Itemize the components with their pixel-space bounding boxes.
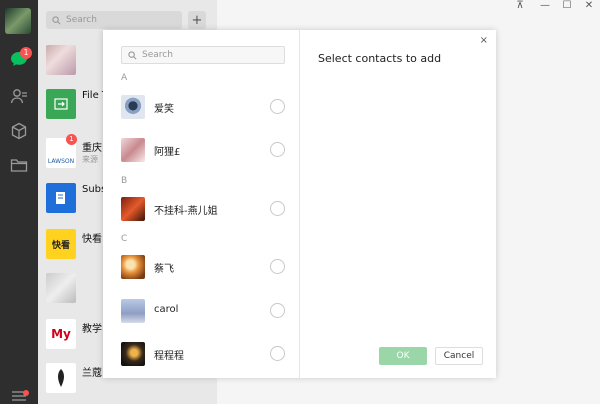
contact-select-radio[interactable] <box>270 303 285 318</box>
contact-search-placeholder: Search <box>142 50 173 60</box>
chat-unread-badge: 1 <box>66 134 77 145</box>
chat-avatar <box>46 45 76 75</box>
section-letter: B <box>121 176 128 186</box>
add-chat-button[interactable]: + <box>188 11 206 29</box>
contact-name: 阿狸£ <box>154 147 181 158</box>
contact-select-radio[interactable] <box>270 142 285 157</box>
subscription-icon <box>46 183 76 213</box>
contact-row[interactable]: 蔡飞 <box>103 247 299 287</box>
kuaikan-logo-icon: 快看 <box>46 229 76 259</box>
chatlist-search-placeholder: Search <box>66 15 97 25</box>
contact-avatar <box>121 138 145 162</box>
unread-badge: 1 <box>20 47 32 59</box>
file-transfer-icon <box>46 89 76 119</box>
pin-button[interactable]: ⊼ <box>510 0 530 14</box>
select-contacts-dialog: Search A 爱笑 阿狸£ B 不挂科-燕儿姐 C 蔡飞 carol 程程程… <box>103 30 496 378</box>
dialog-title: Select contacts to add <box>318 52 442 65</box>
chat-avatar <box>46 273 76 303</box>
chatlist-search-input[interactable]: Search <box>46 11 182 29</box>
cancel-button[interactable]: Cancel <box>435 347 483 365</box>
contact-avatar <box>121 342 145 366</box>
contact-name: 爱笑 <box>154 104 174 115</box>
contact-select-radio[interactable] <box>270 99 285 114</box>
contact-avatar <box>121 95 145 119</box>
chat-name: 重庆 <box>82 143 102 154</box>
dialog-close-button[interactable]: × <box>480 35 488 46</box>
contact-name: carol <box>154 304 179 315</box>
contact-select-radio[interactable] <box>270 201 285 216</box>
contact-select-radio[interactable] <box>270 346 285 361</box>
teaching-logo-icon: My <box>46 319 76 349</box>
contacts-icon[interactable] <box>9 86 29 106</box>
chat-name: 快看 <box>82 234 102 245</box>
user-avatar[interactable] <box>5 8 31 34</box>
contact-avatar <box>121 299 145 323</box>
maximize-button[interactable]: ☐ <box>557 0 577 14</box>
contact-name: 程程程 <box>154 351 184 362</box>
contact-avatar <box>121 197 145 221</box>
section-letter: C <box>121 234 128 244</box>
favorites-cube-icon[interactable] <box>9 121 29 141</box>
contact-name: 蔡飞 <box>154 264 174 275</box>
chat-name: 教学 <box>82 324 102 335</box>
contact-select-radio[interactable] <box>270 259 285 274</box>
contact-row[interactable]: carol <box>103 291 299 331</box>
contact-row[interactable]: 程程程 <box>103 334 299 374</box>
minimize-button[interactable]: — <box>535 0 555 14</box>
section-letter: A <box>121 73 128 83</box>
menu-notification-dot <box>23 390 29 396</box>
folder-icon[interactable] <box>9 155 29 175</box>
ok-button[interactable]: OK <box>379 347 427 365</box>
selected-contacts-panel: × Select contacts to add OK Cancel <box>300 30 496 378</box>
sidebar: 1 <box>0 0 38 404</box>
window-close-button[interactable]: ✕ <box>579 0 599 14</box>
contact-row[interactable]: 爱笑 <box>103 87 299 127</box>
chat-preview: 来源 <box>82 155 98 164</box>
contact-row[interactable]: 阿狸£ <box>103 130 299 170</box>
contact-row[interactable]: 不挂科-燕儿姐 <box>103 189 299 229</box>
contact-picker: Search A 爱笑 阿狸£ B 不挂科-燕儿姐 C 蔡飞 carol 程程程 <box>103 30 300 378</box>
search-icon <box>128 50 137 59</box>
contact-search-input[interactable]: Search <box>121 46 285 64</box>
chat-name: 兰蔻 <box>82 368 102 379</box>
contact-avatar <box>121 255 145 279</box>
lancome-logo-icon <box>46 363 76 393</box>
contact-name: 不挂科-燕儿姐 <box>154 206 218 217</box>
search-icon <box>52 15 61 24</box>
